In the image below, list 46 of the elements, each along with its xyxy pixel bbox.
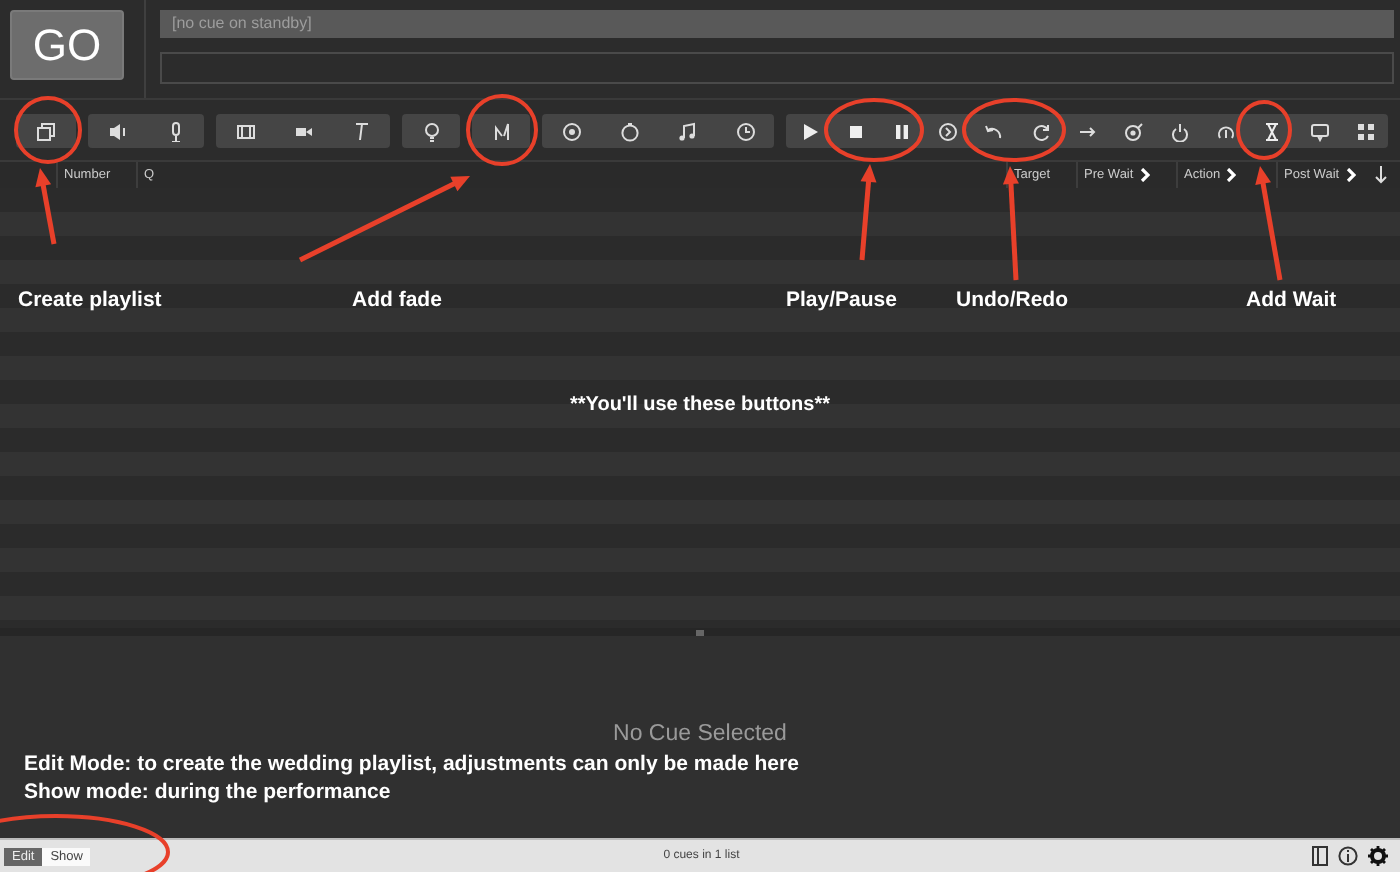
annotation-circle [466, 94, 538, 166]
redo-icon [1031, 121, 1052, 141]
power-icon [1170, 121, 1191, 141]
hourglass-icon [1262, 121, 1283, 141]
annotation-label: Add fade [352, 288, 442, 312]
chevron-icon[interactable] [1139, 168, 1150, 182]
stacked-squares-icon [36, 121, 56, 141]
undo-icon [984, 121, 1005, 141]
annotation-circle [1236, 100, 1292, 160]
annotation-arrow [1255, 166, 1283, 281]
annotation-label: Add Wait [1246, 288, 1337, 312]
target-icon [1123, 121, 1144, 141]
annotation-circle [824, 98, 924, 162]
bulb-icon [421, 121, 441, 141]
stop-icon [845, 121, 866, 141]
splitter-handle[interactable] [696, 629, 704, 635]
info-icon[interactable] [1338, 846, 1358, 866]
annotation-arrow [35, 168, 57, 245]
film-icon [235, 121, 255, 141]
standby-field: [no cue on standby] [160, 10, 1394, 38]
pause-icon [891, 121, 912, 141]
inspector-message: No Cue Selected [613, 722, 787, 750]
chevron-icon[interactable] [1345, 168, 1356, 182]
anchor-icon[interactable] [1374, 166, 1388, 184]
annotation-note: **You'll use these buttons** [570, 394, 830, 416]
settings-icon[interactable] [1368, 846, 1388, 866]
annotation-note: Show mode: during the performance [24, 780, 391, 804]
speech-bubble-icon [1309, 121, 1330, 141]
text-icon [351, 121, 371, 141]
annotation-arrow [859, 164, 877, 261]
music-note-icon [677, 121, 697, 141]
annotation-label: Create playlist [18, 288, 162, 312]
chevron-icon[interactable] [1226, 168, 1237, 182]
arrow-icon [1077, 121, 1098, 141]
notes-field[interactable] [160, 52, 1394, 84]
annotation-circle [14, 96, 82, 164]
list-icon[interactable] [1312, 846, 1328, 866]
annotation-label: Play/Pause [786, 288, 897, 312]
go-button[interactable]: GO [10, 10, 124, 80]
annotation-note: Edit Mode: to create the wedding playlist, adjustments can only be made here [24, 752, 799, 776]
speaker-icon [107, 121, 127, 141]
annotation-label: Undo/Redo [956, 288, 1068, 312]
grid-icon [1355, 121, 1376, 141]
clock-icon [735, 121, 755, 141]
annotation-circle [962, 98, 1066, 162]
play-icon [799, 121, 820, 141]
